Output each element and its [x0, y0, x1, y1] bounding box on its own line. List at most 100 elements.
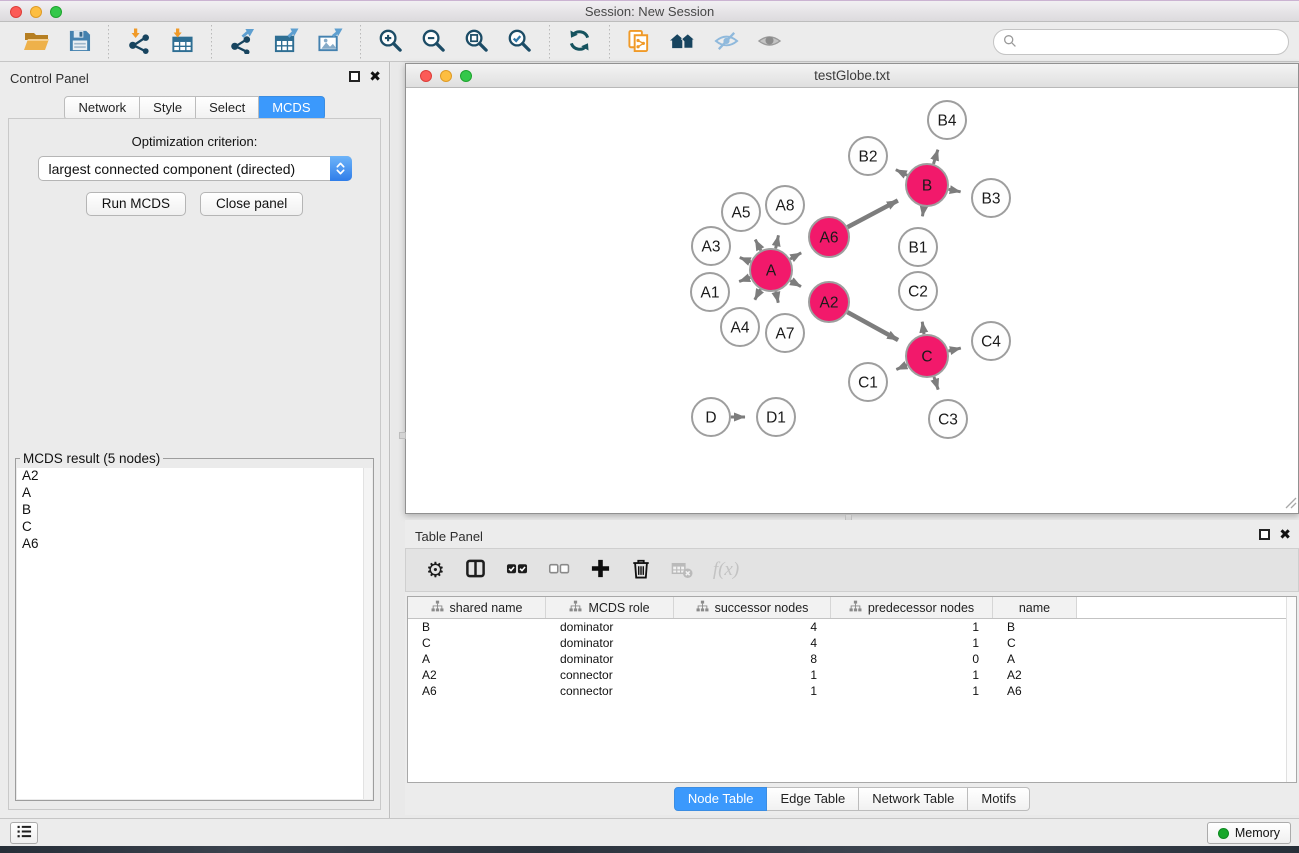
- graph-node-B3[interactable]: B3: [972, 179, 1010, 217]
- table-cell[interactable]: 1: [831, 667, 993, 683]
- resize-grip-icon[interactable]: [1284, 496, 1297, 512]
- graph-edge-A-A7[interactable]: [776, 291, 779, 302]
- graph-node-A[interactable]: A: [750, 249, 792, 291]
- table-cell[interactable]: dominator: [546, 651, 674, 667]
- graph-node-B[interactable]: B: [906, 164, 948, 206]
- table-cell[interactable]: 1: [831, 619, 993, 635]
- table-cell[interactable]: A: [993, 651, 1077, 667]
- column-header-successor-nodes[interactable]: successor nodes: [674, 597, 831, 618]
- graph-edge-A-A5[interactable]: [755, 240, 761, 251]
- graph-node-B2[interactable]: B2: [849, 137, 887, 175]
- export-image-button[interactable]: [308, 26, 352, 59]
- tab-style[interactable]: Style: [140, 96, 196, 120]
- tab-node-table[interactable]: Node Table: [674, 787, 768, 811]
- gear-button[interactable]: ⚙: [418, 558, 453, 582]
- network-canvas[interactable]: B4B2BB3A8A5A6A3B1AC2A1A2A4A7C4CC1DD1C3: [406, 88, 1298, 513]
- table-row[interactable]: Cdominator41C: [408, 635, 1296, 651]
- tab-network-table[interactable]: Network Table: [859, 787, 968, 811]
- graph-edge-C-C1[interactable]: [896, 365, 907, 370]
- result-list-item[interactable]: C: [17, 519, 372, 536]
- table-cell[interactable]: 1: [831, 635, 993, 651]
- graph-node-A7[interactable]: A7: [766, 314, 804, 352]
- graph-edge-A-A1[interactable]: [739, 277, 750, 281]
- select-all-checkboxes-button[interactable]: [498, 556, 536, 584]
- graph-node-A2[interactable]: A2: [809, 282, 849, 322]
- graph-node-C4[interactable]: C4: [972, 322, 1010, 360]
- table-row[interactable]: Bdominator41B: [408, 619, 1296, 635]
- tab-mcds[interactable]: MCDS: [259, 96, 324, 120]
- table-scrollbar[interactable]: [1286, 597, 1296, 782]
- table-cell[interactable]: 1: [831, 683, 993, 699]
- graph-node-A4[interactable]: A4: [721, 308, 759, 346]
- criterion-dropdown[interactable]: largest connected component (directed): [38, 156, 352, 181]
- refresh-button[interactable]: [558, 26, 601, 58]
- graph-edge-A-A8[interactable]: [776, 235, 779, 248]
- home-button[interactable]: [660, 27, 705, 57]
- search-input[interactable]: [1022, 35, 1288, 50]
- table-cell[interactable]: A2: [408, 667, 546, 683]
- graph-edge-B-B4[interactable]: [933, 150, 937, 164]
- show-eye-button[interactable]: [748, 26, 791, 58]
- import-network-button[interactable]: [117, 26, 160, 59]
- graph-node-A6[interactable]: A6: [809, 217, 849, 257]
- open-button[interactable]: [14, 27, 59, 58]
- graph-edge-C-C4[interactable]: [948, 348, 960, 351]
- result-list-item[interactable]: A6: [17, 536, 372, 553]
- column-header-MCDS-role[interactable]: MCDS role: [546, 597, 674, 618]
- run-mcds-button[interactable]: Run MCDS: [86, 192, 186, 216]
- table-cell[interactable]: connector: [546, 683, 674, 699]
- zoom-selected-button[interactable]: [498, 26, 541, 58]
- graph-node-C1[interactable]: C1: [849, 363, 887, 401]
- table-cell[interactable]: A6: [993, 683, 1077, 699]
- tab-network[interactable]: Network: [64, 96, 140, 120]
- table-float-panel-icon[interactable]: [1259, 529, 1270, 540]
- table-cell[interactable]: C: [408, 635, 546, 651]
- graph-node-A8[interactable]: A8: [766, 186, 804, 224]
- graph-node-C[interactable]: C: [906, 335, 948, 377]
- copy-document-button[interactable]: [618, 27, 660, 58]
- graph-node-D[interactable]: D: [692, 398, 730, 436]
- memory-button[interactable]: Memory: [1207, 822, 1291, 844]
- close-panel-button[interactable]: Close panel: [200, 192, 303, 216]
- graph-node-C3[interactable]: C3: [929, 400, 967, 438]
- graph-edge-A2-C[interactable]: [847, 312, 898, 340]
- deselect-all-checkboxes-button[interactable]: [540, 556, 578, 584]
- table-cell[interactable]: 4: [674, 635, 831, 651]
- close-panel-icon[interactable]: ✖: [369, 71, 381, 82]
- export-network-button[interactable]: [220, 26, 264, 59]
- network-window-titlebar[interactable]: testGlobe.txt: [406, 64, 1298, 88]
- tab-edge-table[interactable]: Edge Table: [767, 787, 859, 811]
- graph-edge-A-A3[interactable]: [740, 258, 751, 262]
- zoom-fit-button[interactable]: [455, 26, 498, 58]
- import-table-button[interactable]: [160, 26, 203, 59]
- table-cell[interactable]: 4: [674, 619, 831, 635]
- export-table-button[interactable]: [264, 26, 308, 59]
- graph-edge-B-B2[interactable]: [896, 170, 907, 176]
- tab-select[interactable]: Select: [196, 96, 259, 120]
- table-close-panel-icon[interactable]: ✖: [1279, 529, 1291, 540]
- table-cell[interactable]: A: [408, 651, 546, 667]
- table-cell[interactable]: connector: [546, 667, 674, 683]
- graph-edge-A6-B[interactable]: [848, 200, 898, 227]
- table-row[interactable]: A2connector11A2: [408, 667, 1296, 683]
- table-cell[interactable]: B: [993, 619, 1077, 635]
- add-row-button[interactable]: [582, 556, 619, 584]
- search-field[interactable]: [993, 29, 1289, 55]
- tab-motifs[interactable]: Motifs: [968, 787, 1030, 811]
- graph-node-A1[interactable]: A1: [691, 273, 729, 311]
- table-cell[interactable]: A2: [993, 667, 1077, 683]
- table-cell[interactable]: 8: [674, 651, 831, 667]
- graph-edge-B-B3[interactable]: [949, 189, 961, 191]
- graph-node-A3[interactable]: A3: [692, 227, 730, 265]
- result-list-item[interactable]: A: [17, 485, 372, 502]
- task-history-button[interactable]: [10, 822, 38, 844]
- save-button[interactable]: [59, 27, 100, 57]
- result-list-scrollbar[interactable]: [363, 468, 372, 799]
- graph-edge-A-A2[interactable]: [790, 281, 801, 287]
- table-cell[interactable]: dominator: [546, 635, 674, 651]
- zoom-in-button[interactable]: [369, 26, 412, 58]
- graph-edge-B-B1[interactable]: [922, 207, 923, 217]
- column-header-name[interactable]: name: [993, 597, 1077, 618]
- splitter-handle-left[interactable]: [399, 432, 406, 439]
- column-header-shared-name[interactable]: shared name: [408, 597, 546, 618]
